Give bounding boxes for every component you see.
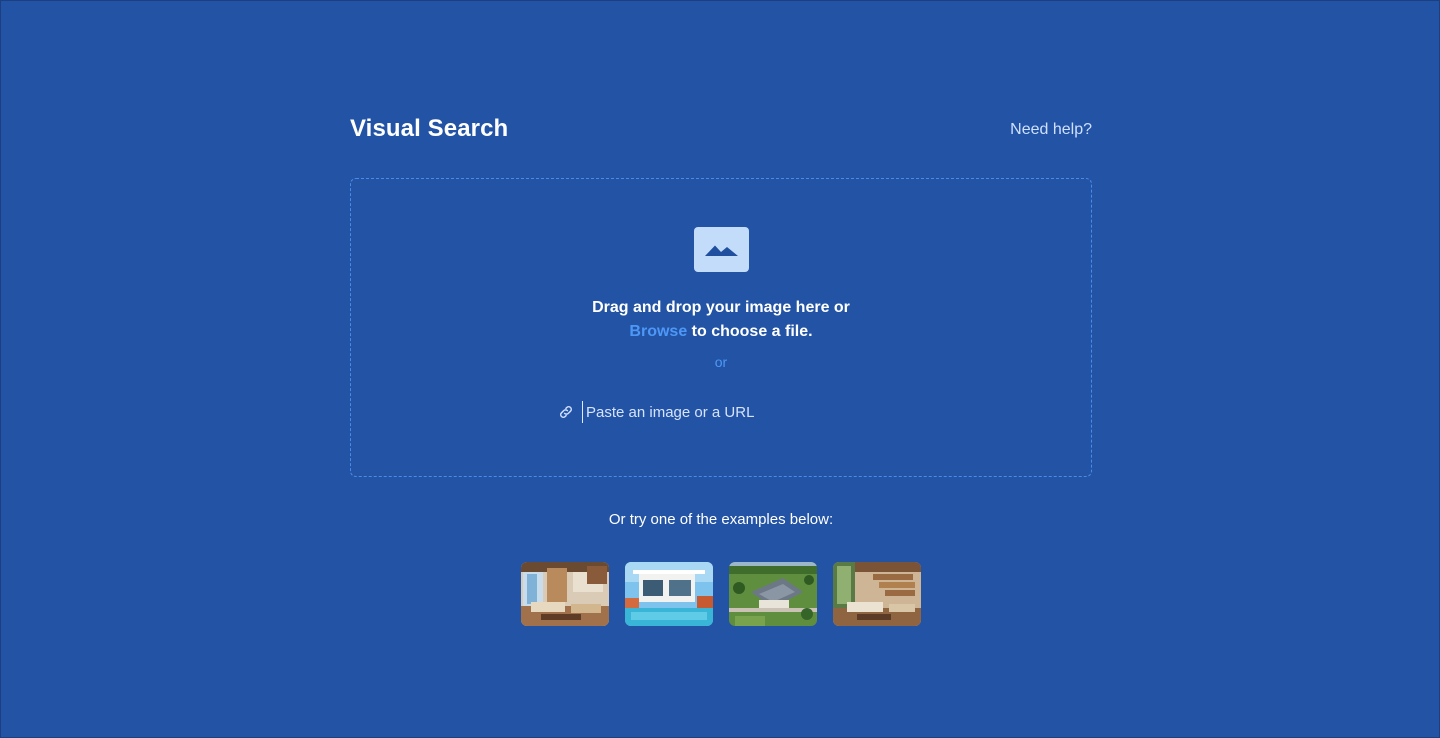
example-thumbnail[interactable]: [625, 562, 713, 626]
example-thumbnail[interactable]: [521, 562, 609, 626]
example-image: [833, 562, 921, 626]
image-icon[interactable]: [694, 227, 749, 272]
examples-label: Or try one of the examples below:: [608, 511, 834, 528]
example-thumbnails: [521, 562, 921, 626]
url-input[interactable]: [582, 401, 886, 423]
browse-instruction: Browse to choose a file.: [351, 323, 1091, 341]
image-dropzone[interactable]: Drag and drop your image here or Browse …: [350, 178, 1092, 477]
example-thumbnail[interactable]: [729, 562, 817, 626]
need-help-link[interactable]: Need help?: [1010, 121, 1092, 139]
drop-instruction: Drag and drop your image here or: [592, 299, 850, 316]
example-image: [625, 562, 713, 626]
link-icon: [560, 406, 572, 418]
visual-search-page: Visual Search Need help? Drag and drop y…: [0, 0, 1440, 738]
browse-suffix: to choose a file.: [687, 323, 813, 340]
browse-link[interactable]: Browse: [629, 323, 687, 340]
example-thumbnail[interactable]: [833, 562, 921, 626]
example-image: [521, 562, 609, 626]
url-input-row: [558, 401, 888, 423]
or-divider: or: [714, 354, 728, 370]
mountain-icon: [705, 245, 738, 256]
header: Visual Search Need help?: [350, 113, 1092, 149]
page-title: Visual Search: [350, 115, 509, 142]
example-image: [729, 562, 817, 626]
